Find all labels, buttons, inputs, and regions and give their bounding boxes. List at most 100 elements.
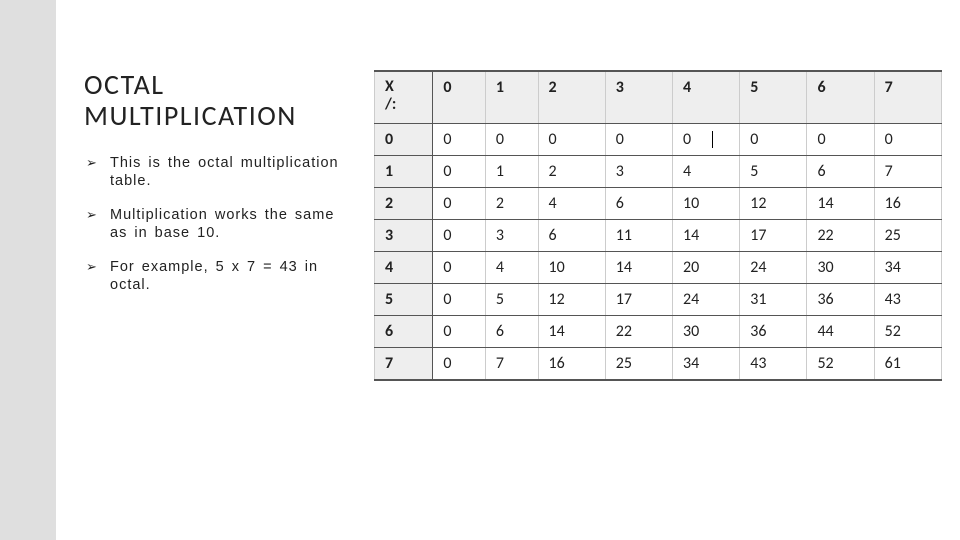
corner-x: X bbox=[385, 77, 394, 96]
cell: 14 bbox=[807, 187, 874, 219]
table-header-row: X /: 0 1 2 3 4 5 6 7 bbox=[375, 71, 942, 123]
cell: 24 bbox=[740, 251, 807, 283]
cell: 4 bbox=[538, 187, 605, 219]
cell: 0 bbox=[672, 123, 739, 155]
cell: 10 bbox=[538, 251, 605, 283]
row-header: 3 bbox=[375, 219, 433, 251]
cell: 0 bbox=[433, 187, 486, 219]
cell: 3 bbox=[605, 155, 672, 187]
title-line-2: MULTIPLICATION bbox=[84, 98, 297, 133]
row-header: 5 bbox=[375, 283, 433, 315]
cell: 34 bbox=[672, 347, 739, 380]
cell: 3 bbox=[485, 219, 538, 251]
cell: 22 bbox=[605, 315, 672, 347]
col-header: 0 bbox=[433, 71, 486, 123]
col-header: 6 bbox=[807, 71, 874, 123]
slide-content: OCTAL MULTIPLICATION ➢ This is the octal… bbox=[84, 0, 960, 540]
cell: 20 bbox=[672, 251, 739, 283]
cell: 0 bbox=[538, 123, 605, 155]
cell: 22 bbox=[807, 219, 874, 251]
cell: 61 bbox=[874, 347, 941, 380]
cell: 2 bbox=[538, 155, 605, 187]
cell: 6 bbox=[605, 187, 672, 219]
bullet-text: This is the octal multiplication table. bbox=[110, 155, 339, 189]
bullet-list: ➢ This is the octal multiplication table… bbox=[84, 154, 354, 295]
row-header: 0 bbox=[375, 123, 433, 155]
row-header: 1 bbox=[375, 155, 433, 187]
cell: 7 bbox=[874, 155, 941, 187]
cell: 4 bbox=[672, 155, 739, 187]
table-corner-cell: X /: bbox=[375, 71, 433, 123]
cell: 6 bbox=[807, 155, 874, 187]
cell: 0 bbox=[605, 123, 672, 155]
cell: 4 bbox=[485, 251, 538, 283]
bullet-text: Multiplication works the same as in base… bbox=[110, 207, 334, 241]
cell: 52 bbox=[874, 315, 941, 347]
cell: 0 bbox=[874, 123, 941, 155]
cell: 0 bbox=[807, 123, 874, 155]
col-header: 4 bbox=[672, 71, 739, 123]
row-header: 2 bbox=[375, 187, 433, 219]
table-column: X /: 0 1 2 3 4 5 6 7 0 0 0 bbox=[374, 70, 960, 540]
table-row: 2 0 2 4 6 10 12 14 16 bbox=[375, 187, 942, 219]
cell: 10 bbox=[672, 187, 739, 219]
cell: 14 bbox=[672, 219, 739, 251]
cell: 6 bbox=[485, 315, 538, 347]
list-item: ➢ For example, 5 x 7 = 43 in octal. bbox=[84, 258, 354, 294]
row-header: 4 bbox=[375, 251, 433, 283]
cell: 31 bbox=[740, 283, 807, 315]
cell: 0 bbox=[433, 347, 486, 380]
gap bbox=[56, 0, 84, 540]
row-header: 7 bbox=[375, 347, 433, 380]
cell: 25 bbox=[874, 219, 941, 251]
cell: 0 bbox=[433, 315, 486, 347]
cell: 7 bbox=[485, 347, 538, 380]
cell: 0 bbox=[433, 283, 486, 315]
cell: 6 bbox=[538, 219, 605, 251]
row-header: 6 bbox=[375, 315, 433, 347]
cell: 0 bbox=[740, 123, 807, 155]
table-row: 5 0 5 12 17 24 31 36 43 bbox=[375, 283, 942, 315]
cell: 25 bbox=[605, 347, 672, 380]
table-row: 4 0 4 10 14 20 24 30 34 bbox=[375, 251, 942, 283]
cell: 2 bbox=[485, 187, 538, 219]
cell: 16 bbox=[538, 347, 605, 380]
cell: 11 bbox=[605, 219, 672, 251]
col-header: 5 bbox=[740, 71, 807, 123]
cell: 1 bbox=[485, 155, 538, 187]
cell: 36 bbox=[740, 315, 807, 347]
cell: 17 bbox=[740, 219, 807, 251]
cell: 44 bbox=[807, 315, 874, 347]
cell: 0 bbox=[433, 155, 486, 187]
table-row: 1 0 1 2 3 4 5 6 7 bbox=[375, 155, 942, 187]
cell: 0 bbox=[433, 251, 486, 283]
cell: 16 bbox=[874, 187, 941, 219]
table-row: 0 0 0 0 0 0 0 0 0 bbox=[375, 123, 942, 155]
col-header: 2 bbox=[538, 71, 605, 123]
text-column: OCTAL MULTIPLICATION ➢ This is the octal… bbox=[84, 70, 374, 540]
cell: 5 bbox=[740, 155, 807, 187]
cell: 14 bbox=[538, 315, 605, 347]
cell: 30 bbox=[672, 315, 739, 347]
cell: 24 bbox=[672, 283, 739, 315]
octal-multiplication-table: X /: 0 1 2 3 4 5 6 7 0 0 0 bbox=[374, 70, 942, 381]
list-item: ➢ This is the octal multiplication table… bbox=[84, 154, 354, 190]
col-header: 7 bbox=[874, 71, 941, 123]
cell: 43 bbox=[740, 347, 807, 380]
cell: 43 bbox=[874, 283, 941, 315]
cell: 17 bbox=[605, 283, 672, 315]
cell: 52 bbox=[807, 347, 874, 380]
cell: 12 bbox=[740, 187, 807, 219]
table-body: 0 0 0 0 0 0 0 0 0 1 0 1 2 3 4 5 bbox=[375, 123, 942, 380]
bullet-text: For example, 5 x 7 = 43 in octal. bbox=[110, 259, 318, 293]
table-row: 6 0 6 14 22 30 36 44 52 bbox=[375, 315, 942, 347]
cell: 36 bbox=[807, 283, 874, 315]
cell: 0 bbox=[433, 123, 486, 155]
title-line-1: OCTAL bbox=[84, 67, 165, 102]
cell: 0 bbox=[485, 123, 538, 155]
left-sidebar bbox=[0, 0, 56, 540]
bullet-arrow-icon: ➢ bbox=[86, 259, 98, 275]
bullet-arrow-icon: ➢ bbox=[86, 155, 98, 171]
cell: 12 bbox=[538, 283, 605, 315]
col-header: 1 bbox=[485, 71, 538, 123]
